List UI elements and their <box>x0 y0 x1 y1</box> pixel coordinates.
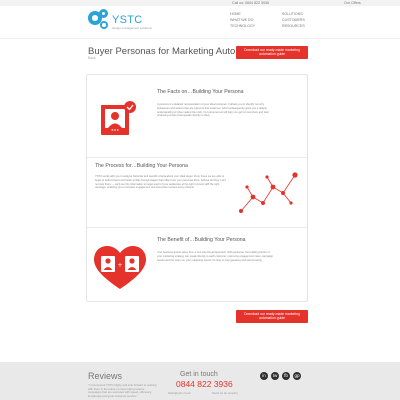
twitter-icon[interactable]: tw <box>271 372 279 380</box>
top-bar: Call us: 0844 822 3936 Our Offers <box>0 0 400 6</box>
review-quote: "I recommend YSTC highly and look forwar… <box>88 383 157 398</box>
section-divider <box>87 157 307 158</box>
top-phone: Call us: 0844 822 3936 <box>232 0 269 5</box>
linkedin-icon[interactable]: in <box>260 372 268 380</box>
get-in-touch-title: Get in touch <box>180 371 218 378</box>
section-body-process: YSTC works with you to analyse historica… <box>95 175 226 190</box>
content-card: ★★★ The Facts on…Building Your Persona A… <box>86 74 308 302</box>
brand-tagline: design management solutions <box>112 26 152 30</box>
svg-text:+: + <box>117 262 122 269</box>
section-title-process: The Process for…Building Your Persona <box>95 163 188 169</box>
network-graph-icon <box>239 172 298 213</box>
section-divider <box>87 227 307 228</box>
section-title-benefit: The Benefit of…Building Your Persona <box>157 237 246 243</box>
footer: Reviews "I recommend YSTC highly and loo… <box>0 362 400 400</box>
facebook-icon[interactable]: fb <box>282 372 290 380</box>
nav-technology[interactable]: TECHNOLOGY <box>230 23 255 29</box>
offers-link[interactable]: Our Offers <box>344 1 361 5</box>
google-plus-icon[interactable]: gp <box>293 372 301 380</box>
gear-tiny-icon <box>100 21 108 29</box>
gear-small-icon <box>99 9 108 18</box>
download-guide-button-bottom[interactable]: Download our ready-made marketing automa… <box>236 310 308 323</box>
section-body-benefit: Your business knows away from a one-size… <box>157 251 274 262</box>
svg-text:★★★: ★★★ <box>111 128 119 132</box>
enquiry-link[interactable]: Send us an enquiry <box>212 391 238 395</box>
reviews-title: Reviews <box>88 371 123 381</box>
header-divider <box>0 38 400 39</box>
breadcrumb[interactable]: Back <box>88 56 96 60</box>
persona-rating-icon: ★★★ <box>101 101 136 135</box>
logo[interactable]: YSTC design management solutions <box>88 9 152 35</box>
brand-name: YSTC <box>112 14 143 26</box>
nav-resources[interactable]: RESOURCES <box>282 23 305 29</box>
section-title-facts: The Facts on…Building Your Persona <box>157 89 244 95</box>
footer-email-link[interactable]: hello@ystc.co.uk <box>168 391 191 395</box>
download-guide-button[interactable]: Download our ready-made marketing automa… <box>236 46 308 59</box>
heart-connection-icon: + <box>94 245 146 289</box>
footer-phone[interactable]: 0844 822 3936 <box>176 379 233 389</box>
section-body-facts: A persona is a detailed representation o… <box>157 103 269 118</box>
main-nav-left: HOME WHAT WE DO TECHNOLOGY <box>230 11 255 29</box>
main-nav-right: SOLUTIONS CUSTOMERS RESOURCES <box>282 11 305 29</box>
